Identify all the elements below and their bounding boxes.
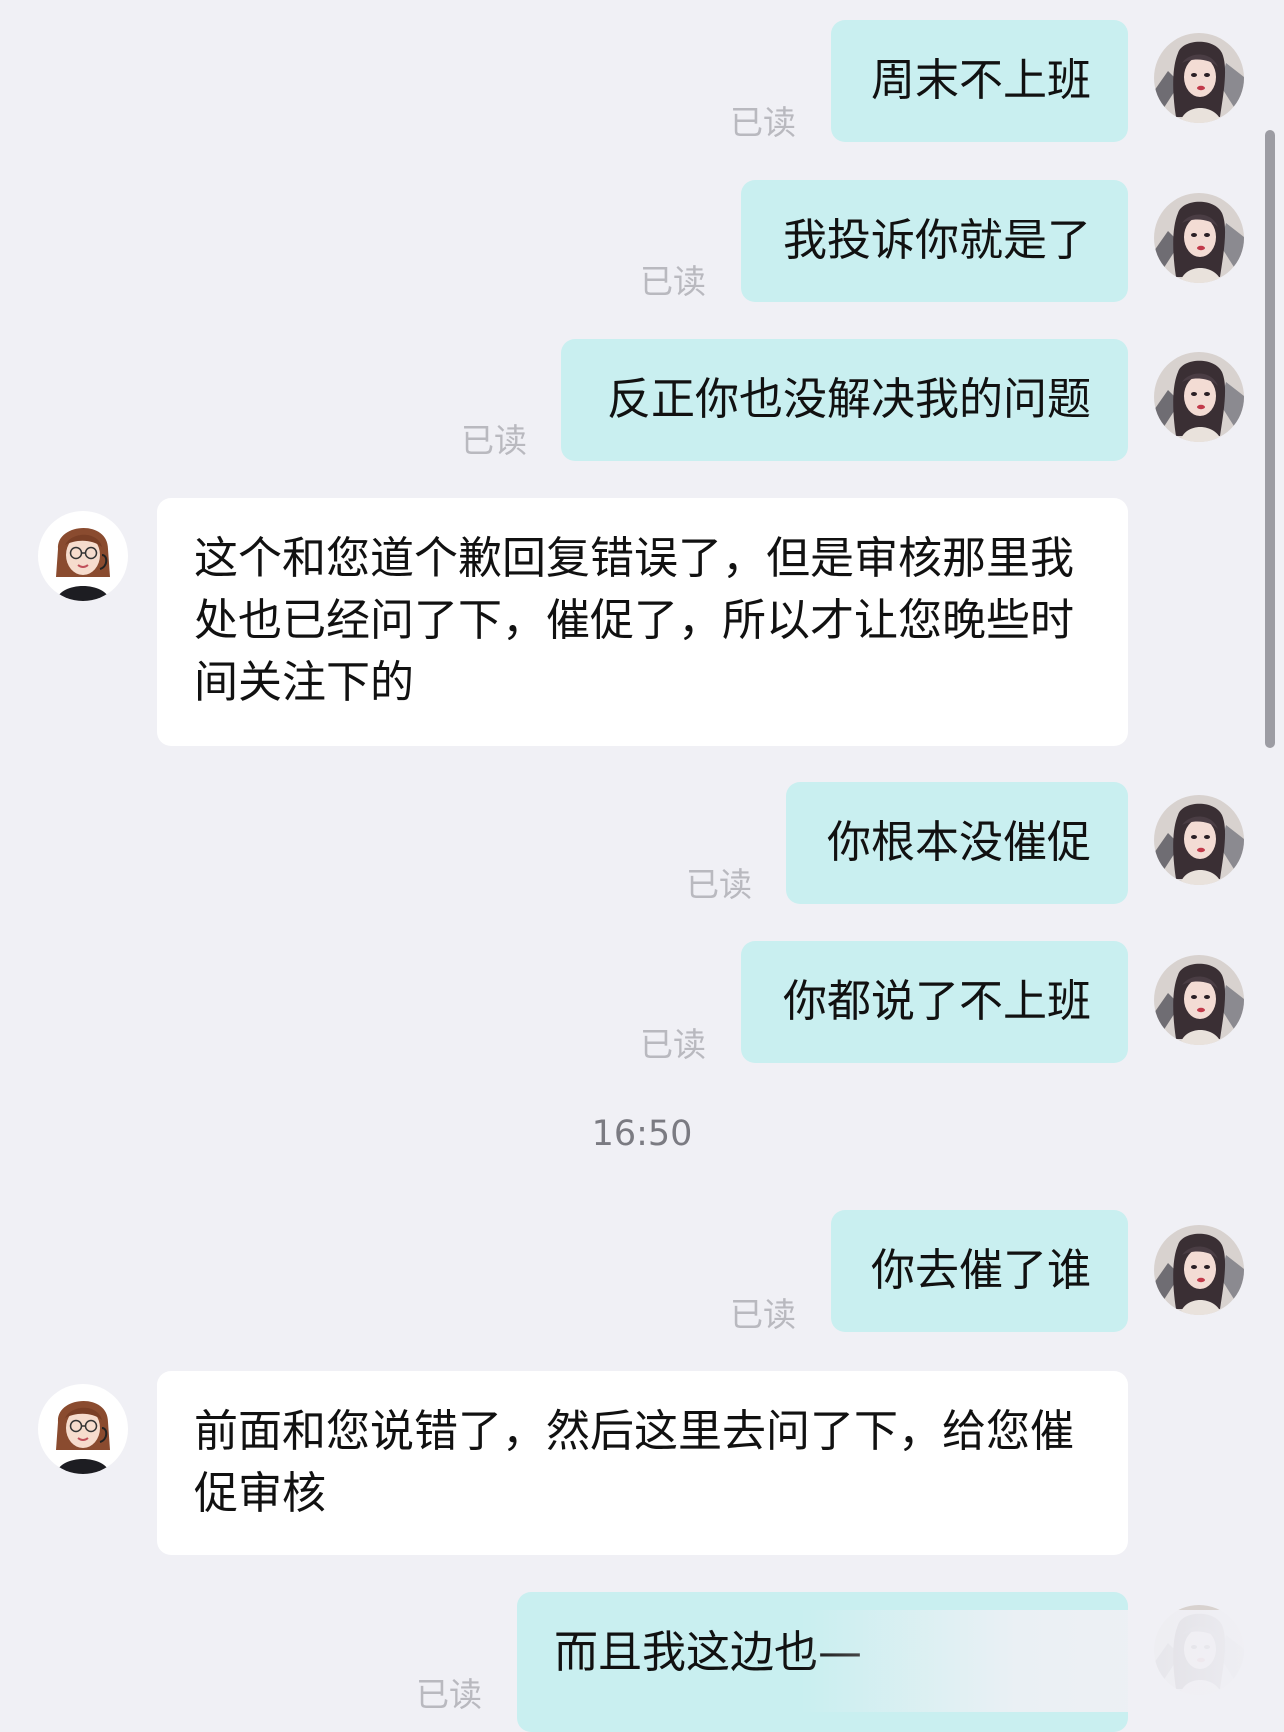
message-text: 你都说了不上班 xyxy=(783,976,1091,1027)
user-avatar-icon[interactable] xyxy=(1154,955,1244,1045)
read-receipt: 已读 xyxy=(686,865,752,904)
message-text: 这个和您道个歉回复错误了，但是审核那里我处也已经问了下，催促了，所以才让您晚些时… xyxy=(194,533,1074,708)
read-receipt: 已读 xyxy=(730,1295,796,1334)
message-text: 你根本没催促 xyxy=(827,817,1091,868)
message-bubble-sent[interactable]: 我投诉你就是了 xyxy=(741,180,1128,302)
read-receipt: 已读 xyxy=(730,103,796,142)
message-timestamp: 16:50 xyxy=(591,1114,693,1154)
message-bubble-received[interactable]: 前面和您说错了，然后这里去问了下，给您催促审核 xyxy=(157,1371,1128,1555)
message-text: 我投诉你就是了 xyxy=(783,215,1091,266)
message-text: 你去催了谁 xyxy=(871,1245,1091,1296)
user-avatar-icon[interactable] xyxy=(1154,193,1244,283)
agent-avatar-icon[interactable] xyxy=(38,511,128,601)
read-receipt: 已读 xyxy=(461,421,527,460)
user-avatar-icon[interactable] xyxy=(1154,352,1244,442)
user-avatar-icon[interactable] xyxy=(1154,1225,1244,1315)
agent-avatar-icon[interactable] xyxy=(38,1384,128,1474)
scrollbar[interactable] xyxy=(1265,130,1275,748)
message-bubble-sent[interactable]: 你根本没催促 xyxy=(786,782,1128,904)
user-avatar-icon[interactable] xyxy=(1154,795,1244,885)
message-bubble-sent[interactable]: 你都说了不上班 xyxy=(741,941,1128,1063)
message-bubble-sent[interactable]: 反正你也没解决我的问题 xyxy=(561,339,1128,461)
bottom-fade-overlay xyxy=(800,1610,1284,1712)
read-receipt: 已读 xyxy=(416,1675,482,1714)
read-receipt: 已读 xyxy=(640,1025,706,1064)
message-text: 反正你也没解决我的问题 xyxy=(607,374,1091,425)
message-text: 前面和您说错了，然后这里去问了下，给您催促审核 xyxy=(194,1406,1074,1519)
read-receipt: 已读 xyxy=(640,262,706,301)
message-bubble-sent[interactable]: 周末不上班 xyxy=(831,20,1128,142)
message-bubble-received[interactable]: 这个和您道个歉回复错误了，但是审核那里我处也已经问了下，催促了，所以才让您晚些时… xyxy=(157,498,1128,746)
user-avatar-icon[interactable] xyxy=(1154,33,1244,123)
chat-message-list[interactable]: 已读 周末不上班 已读 我投诉你就是了 已读 反正你也没解决我的问题 这个和您道… xyxy=(0,0,1284,1732)
message-bubble-sent[interactable]: 你去催了谁 xyxy=(831,1210,1128,1332)
message-text: 周末不上班 xyxy=(871,55,1091,106)
